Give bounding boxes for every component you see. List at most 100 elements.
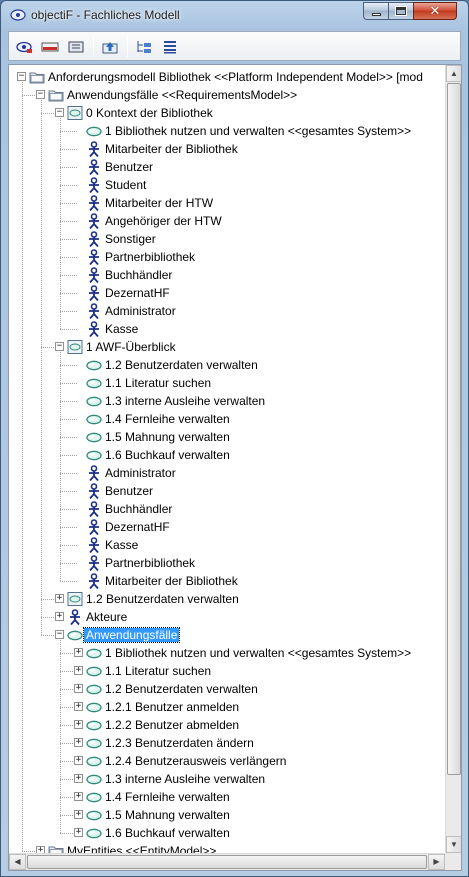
diagram-button[interactable] bbox=[41, 39, 59, 55]
tree-node[interactable]: +1.1 Literatur suchen bbox=[9, 662, 445, 680]
tree-node[interactable]: +1.4 Fernleihe verwalten bbox=[9, 788, 445, 806]
tree-node[interactable]: +1.2.4 Benutzerausweis verlängern bbox=[9, 752, 445, 770]
tree-node[interactable]: 1.2 Benutzerdaten verwalten bbox=[9, 356, 445, 374]
maximize-button[interactable] bbox=[388, 2, 414, 20]
tree-node[interactable]: Angehöriger der HTW bbox=[9, 212, 445, 230]
expand-icon[interactable]: + bbox=[74, 684, 83, 693]
tree-node[interactable]: +1.2 Benutzerdaten verwalten bbox=[9, 590, 445, 608]
tree-node[interactable]: − Anwendungsfälle bbox=[9, 626, 445, 644]
model-view-button[interactable] bbox=[15, 39, 33, 55]
tree-node[interactable]: Buchhändler bbox=[9, 500, 445, 518]
expand-icon[interactable]: + bbox=[74, 792, 83, 801]
usecase-diagram-icon bbox=[67, 340, 83, 354]
tree-node[interactable]: Administrator bbox=[9, 302, 445, 320]
tree-node[interactable]: Kasse bbox=[9, 536, 445, 554]
tree-expand-button[interactable] bbox=[135, 39, 153, 55]
scroll-up-arrow-icon[interactable]: ▲ bbox=[446, 65, 461, 82]
navigate-up-button[interactable] bbox=[101, 39, 119, 55]
expand-icon[interactable]: + bbox=[74, 756, 83, 765]
tree-node[interactable]: +1.2.2 Benutzer abmelden bbox=[9, 716, 445, 734]
usecase-icon bbox=[86, 684, 102, 695]
tree-expand-icon bbox=[137, 41, 151, 53]
expand-icon[interactable]: + bbox=[74, 774, 83, 783]
tree-node[interactable]: +1.2 Benutzerdaten verwalten bbox=[9, 680, 445, 698]
horizontal-scrollbar[interactable]: ◀ ▶ bbox=[9, 853, 445, 870]
tree-node-label: 1.6 Buchkauf verwalten bbox=[105, 826, 230, 840]
tree-connector bbox=[60, 293, 77, 294]
tree-node[interactable]: Buchhändler bbox=[9, 266, 445, 284]
tree-node[interactable]: +1.6 Buchkauf verwalten bbox=[9, 824, 445, 842]
tree-node[interactable]: − 0 Kontext der Bibliothek bbox=[9, 104, 445, 122]
tree-node[interactable]: 1.6 Buchkauf verwalten bbox=[9, 446, 445, 464]
tree-node[interactable]: 1.5 Mahnung verwalten bbox=[9, 428, 445, 446]
tree-node[interactable]: Partnerbibliothek bbox=[9, 248, 445, 266]
scroll-down-arrow-icon[interactable]: ▼ bbox=[446, 836, 461, 853]
tree-connector bbox=[60, 167, 77, 168]
tree-node-label: Kasse bbox=[105, 538, 139, 552]
expand-icon[interactable]: + bbox=[36, 846, 45, 853]
collapse-icon[interactable]: − bbox=[55, 630, 64, 639]
tree-node[interactable]: +1.2.1 Benutzer anmelden bbox=[9, 698, 445, 716]
expand-icon[interactable]: + bbox=[74, 648, 83, 657]
tree-node[interactable]: +1.2.3 Benutzerdaten ändern bbox=[9, 734, 445, 752]
tree-connector bbox=[60, 275, 77, 276]
tree-node[interactable]: +1.3 interne Ausleihe verwalten bbox=[9, 770, 445, 788]
folder-icon bbox=[48, 846, 64, 853]
actor-icon bbox=[89, 465, 99, 481]
tree-node[interactable]: Student bbox=[9, 176, 445, 194]
tree-node[interactable]: 1.1 Literatur suchen bbox=[9, 374, 445, 392]
expand-icon[interactable]: + bbox=[74, 666, 83, 675]
tree-node[interactable]: Kasse bbox=[9, 320, 445, 338]
expand-icon[interactable]: + bbox=[74, 738, 83, 747]
tree-node[interactable]: Administrator bbox=[9, 464, 445, 482]
collapse-icon[interactable]: − bbox=[17, 72, 26, 81]
tree-node[interactable]: + Akteure bbox=[9, 608, 445, 626]
tree-node[interactable]: Sonstiger bbox=[9, 230, 445, 248]
scroll-right-arrow-icon[interactable]: ▶ bbox=[428, 854, 445, 870]
horizontal-scroll-thumb[interactable] bbox=[27, 855, 427, 869]
close-button[interactable]: ✕ bbox=[413, 2, 457, 20]
tree-node[interactable]: Benutzer bbox=[9, 158, 445, 176]
tree-node[interactable]: − Anwendungsfälle <<RequirementsModel>> bbox=[9, 86, 445, 104]
tree-node[interactable]: Benutzer bbox=[9, 482, 445, 500]
title-bar[interactable]: objectiF - Fachliches Modell ✕ bbox=[1, 1, 468, 29]
scroll-left-arrow-icon[interactable]: ◀ bbox=[9, 854, 26, 870]
expand-icon[interactable]: + bbox=[55, 594, 64, 603]
usecase-icon bbox=[86, 360, 102, 371]
tree-node-label: 1.1 Literatur suchen bbox=[105, 664, 212, 678]
vertical-scroll-thumb[interactable] bbox=[447, 83, 461, 775]
collapse-icon[interactable]: − bbox=[55, 108, 64, 117]
tree-node[interactable]: 1.4 Fernleihe verwalten bbox=[9, 410, 445, 428]
expand-icon[interactable]: + bbox=[74, 810, 83, 819]
expand-icon[interactable]: + bbox=[74, 702, 83, 711]
actor-icon bbox=[89, 285, 99, 301]
tree-node-label: 1.5 Mahnung verwalten bbox=[105, 808, 230, 822]
vertical-scrollbar[interactable]: ▲ ▼ bbox=[445, 65, 461, 853]
collapse-icon[interactable]: − bbox=[36, 90, 45, 99]
tree-node[interactable]: + MyEntities <<EntityModel>> bbox=[9, 842, 445, 853]
tree-node-label: Anwendungsfälle bbox=[82, 627, 181, 643]
expand-icon[interactable]: + bbox=[74, 720, 83, 729]
package-button[interactable] bbox=[67, 39, 85, 55]
tree-node[interactable]: +1 Bibliothek nutzen und verwalten <<ges… bbox=[9, 644, 445, 662]
tree-node[interactable]: +1.5 Mahnung verwalten bbox=[9, 806, 445, 824]
expand-icon[interactable]: + bbox=[55, 612, 64, 621]
tree-node[interactable]: Mitarbeiter der Bibliothek bbox=[9, 140, 445, 158]
tree-node-label: Akteure bbox=[86, 610, 128, 624]
tree-node[interactable]: − Anforderungsmodell Bibliothek <<Platfor… bbox=[9, 68, 445, 86]
minimize-button[interactable] bbox=[363, 2, 389, 20]
tree-node[interactable]: DezernatHF bbox=[9, 518, 445, 536]
tree-node[interactable]: Mitarbeiter der HTW bbox=[9, 194, 445, 212]
tree-node[interactable]: DezernatHF bbox=[9, 284, 445, 302]
tree-node[interactable]: Partnerbibliothek bbox=[9, 554, 445, 572]
actor-icon bbox=[70, 609, 80, 625]
tree-node[interactable]: − 1 AWF-Überblick bbox=[9, 338, 445, 356]
expand-icon[interactable]: + bbox=[74, 828, 83, 837]
tree-node[interactable]: 1 Bibliothek nutzen und verwalten <<gesa… bbox=[9, 122, 445, 140]
collapse-icon[interactable]: − bbox=[55, 342, 64, 351]
tree-node-label: 1.2.1 Benutzer anmelden bbox=[105, 700, 240, 714]
tree-node[interactable]: 1.3 interne Ausleihe verwalten bbox=[9, 392, 445, 410]
list-view-button[interactable] bbox=[161, 39, 179, 55]
model-tree[interactable]: − Anforderungsmodell Bibliothek <<Platfor… bbox=[9, 65, 445, 853]
tree-node[interactable]: Mitarbeiter der Bibliothek bbox=[9, 572, 445, 590]
